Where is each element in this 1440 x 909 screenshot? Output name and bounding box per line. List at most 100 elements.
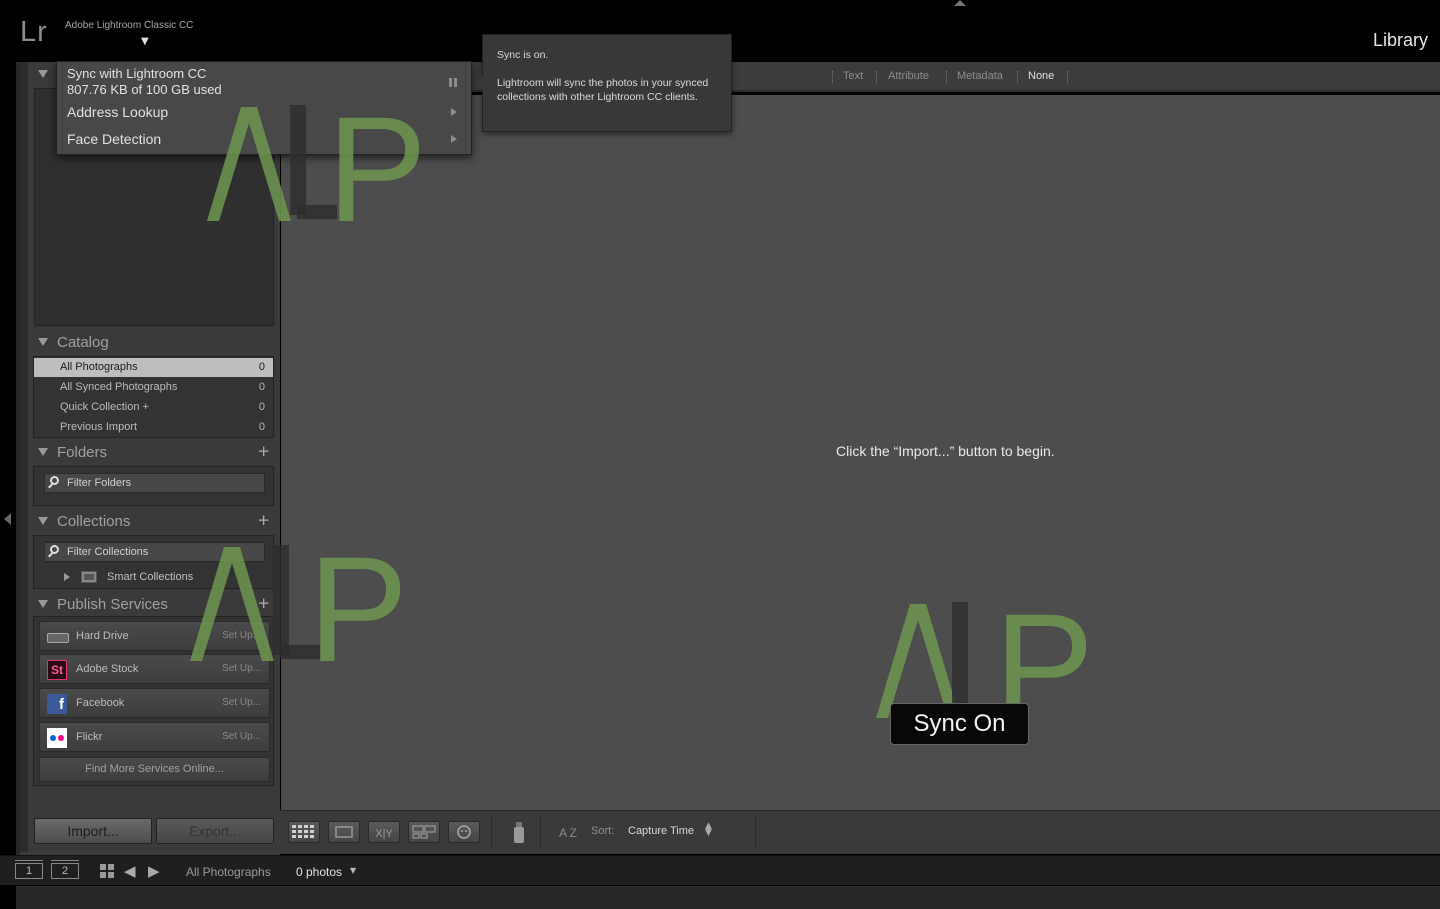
publish-services-box: Hard Drive Set Up... St Adobe Stock Set …: [33, 616, 274, 786]
module-library[interactable]: Library: [1373, 30, 1428, 51]
catalog-item-all-synced-photographs[interactable]: All Synced Photographs 0: [34, 378, 273, 397]
painter-spray-can-icon[interactable]: [510, 819, 528, 845]
collections-collapse-icon[interactable]: [38, 517, 48, 525]
sort-dropdown-icon[interactable]: ▲ ▼: [705, 822, 712, 838]
collections-header[interactable]: Collections +: [34, 511, 274, 535]
compare-view-button[interactable]: X|Y: [368, 821, 400, 843]
filter-text[interactable]: Text: [843, 70, 863, 82]
face-icon: [457, 825, 471, 839]
catalog-item-quick-collection[interactable]: Quick Collection + 0: [34, 398, 273, 417]
publish-service-adobe-stock[interactable]: St Adobe Stock Set Up...: [39, 654, 270, 684]
filter-none[interactable]: None: [1028, 70, 1054, 82]
filter-folders-input[interactable]: Filter Folders: [44, 473, 265, 493]
collections-title: Collections: [57, 513, 131, 530]
flickr-icon: [47, 728, 67, 748]
search-icon: [50, 476, 59, 485]
catalog-collapse-icon[interactable]: [38, 338, 48, 346]
filter-folders-placeholder: Filter Folders: [67, 477, 132, 489]
catalog-item-count: 0: [258, 381, 265, 393]
empty-catalog-message: Click the “Import...” button to begin.: [836, 443, 1055, 459]
catalog-title: Catalog: [57, 334, 109, 351]
sync-tooltip-title: Sync is on.: [497, 49, 549, 61]
filter-separator: [832, 71, 833, 83]
folders-title: Folders: [57, 444, 108, 461]
source-dropdown-icon[interactable]: ▼: [350, 866, 356, 875]
toolbar-separator: [755, 815, 756, 847]
survey-view-button[interactable]: [408, 821, 440, 843]
publish-services-header[interactable]: Publish Services +: [34, 594, 274, 618]
back-arrow-icon[interactable]: ◀: [124, 862, 136, 880]
forward-arrow-icon[interactable]: ▶: [148, 862, 160, 880]
loupe-view-button[interactable]: [328, 821, 360, 843]
filter-collections-input[interactable]: Filter Collections: [44, 542, 265, 562]
sort-order-select[interactable]: Capture Time: [628, 825, 694, 837]
secondary-window-button[interactable]: 2: [51, 860, 79, 879]
export-button[interactable]: Export...: [156, 818, 274, 844]
facebook-icon: f: [47, 694, 67, 714]
face-detection-menu-item[interactable]: Face Detection: [67, 131, 161, 147]
filter-separator: [1067, 71, 1068, 83]
publish-collapse-icon[interactable]: [38, 600, 48, 608]
set-up-link[interactable]: Set Up...: [222, 697, 261, 708]
primary-window-button[interactable]: 1: [15, 860, 43, 879]
import-button[interactable]: Import...: [34, 818, 152, 844]
grid-icon[interactable]: [100, 864, 116, 878]
find-more-services-button[interactable]: Find More Services Online...: [39, 757, 270, 782]
hard-drive-icon: [47, 627, 69, 647]
publish-service-facebook[interactable]: f Facebook Set Up...: [39, 688, 270, 718]
sync-menu-item[interactable]: Sync with Lightroom CC: [67, 66, 206, 81]
adobe-stock-icon: St: [47, 660, 67, 680]
set-up-link[interactable]: Set Up...: [222, 663, 261, 674]
top-panel-collapse-icon[interactable]: [954, 0, 966, 6]
catalog-item-all-photographs[interactable]: All Photographs 0: [34, 358, 273, 377]
pause-sync-icon[interactable]: [449, 78, 457, 87]
catalog-item-label: Quick Collection +: [60, 401, 149, 413]
svg-text:A Z: A Z: [559, 826, 577, 840]
catalog-list: All Photographs 0 All Synced Photographs…: [33, 356, 274, 438]
add-publish-service-icon[interactable]: +: [257, 594, 270, 612]
collapse-left-panel-icon[interactable]: [4, 513, 11, 525]
app-name[interactable]: Adobe Lightroom Classic CC: [65, 20, 193, 31]
publish-service-flickr[interactable]: Flickr Set Up...: [39, 722, 270, 752]
toolbar-separator: [540, 815, 541, 847]
catalog-item-previous-import[interactable]: Previous Import 0: [34, 418, 273, 437]
add-collection-icon[interactable]: +: [257, 511, 270, 529]
catalog-item-label: Previous Import: [60, 421, 138, 433]
left-panel-scroll-strip[interactable]: [20, 62, 28, 852]
people-view-button[interactable]: [448, 821, 480, 843]
catalog-item-label: All Photographs: [60, 361, 138, 373]
sync-usage: 807.76 KB of 100 GB used: [67, 82, 222, 97]
filter-metadata[interactable]: Metadata: [957, 70, 1003, 82]
folders-box: Filter Folders: [33, 466, 274, 506]
survey-view-icon: [412, 825, 436, 839]
set-up-link[interactable]: Set Up...: [222, 731, 261, 742]
filter-attribute[interactable]: Attribute: [888, 70, 929, 82]
filter-collections-placeholder: Filter Collections: [67, 546, 149, 558]
add-folder-icon[interactable]: +: [257, 442, 270, 460]
expand-arrow-icon[interactable]: [64, 573, 70, 581]
set-up-link[interactable]: Set Up...: [222, 630, 261, 641]
catalog-header[interactable]: Catalog: [34, 332, 274, 356]
folders-collapse-icon[interactable]: [38, 448, 48, 456]
filter-separator: [876, 71, 877, 83]
publish-service-hard-drive[interactable]: Hard Drive Set Up...: [39, 621, 270, 651]
photo-count[interactable]: 0 photos: [296, 865, 342, 879]
navigator-collapse-icon[interactable]: [38, 70, 48, 78]
sync-tooltip: Sync is on. Lightroom will sync the phot…: [474, 34, 732, 132]
identity-menu-arrow-icon[interactable]: ▼: [141, 36, 149, 47]
grid-view-button[interactable]: [288, 821, 320, 843]
folders-header[interactable]: Folders +: [34, 442, 274, 466]
toolbar-separator: [491, 815, 492, 847]
svg-text:X|Y: X|Y: [375, 828, 393, 840]
filmstrip-source[interactable]: All Photographs: [186, 865, 271, 879]
submenu-arrow-icon: [451, 108, 457, 116]
left-panel-edge: [0, 62, 16, 855]
search-icon: [50, 545, 59, 554]
filmstrip[interactable]: [16, 886, 1440, 909]
grid-view-icon: [292, 825, 314, 838]
smart-collections-set[interactable]: Smart Collections: [34, 568, 273, 588]
submenu-arrow-icon: [451, 135, 457, 143]
collection-set-icon: [81, 571, 97, 583]
sort-direction-icon[interactable]: A Z: [551, 820, 585, 846]
address-lookup-menu-item[interactable]: Address Lookup: [67, 104, 168, 120]
